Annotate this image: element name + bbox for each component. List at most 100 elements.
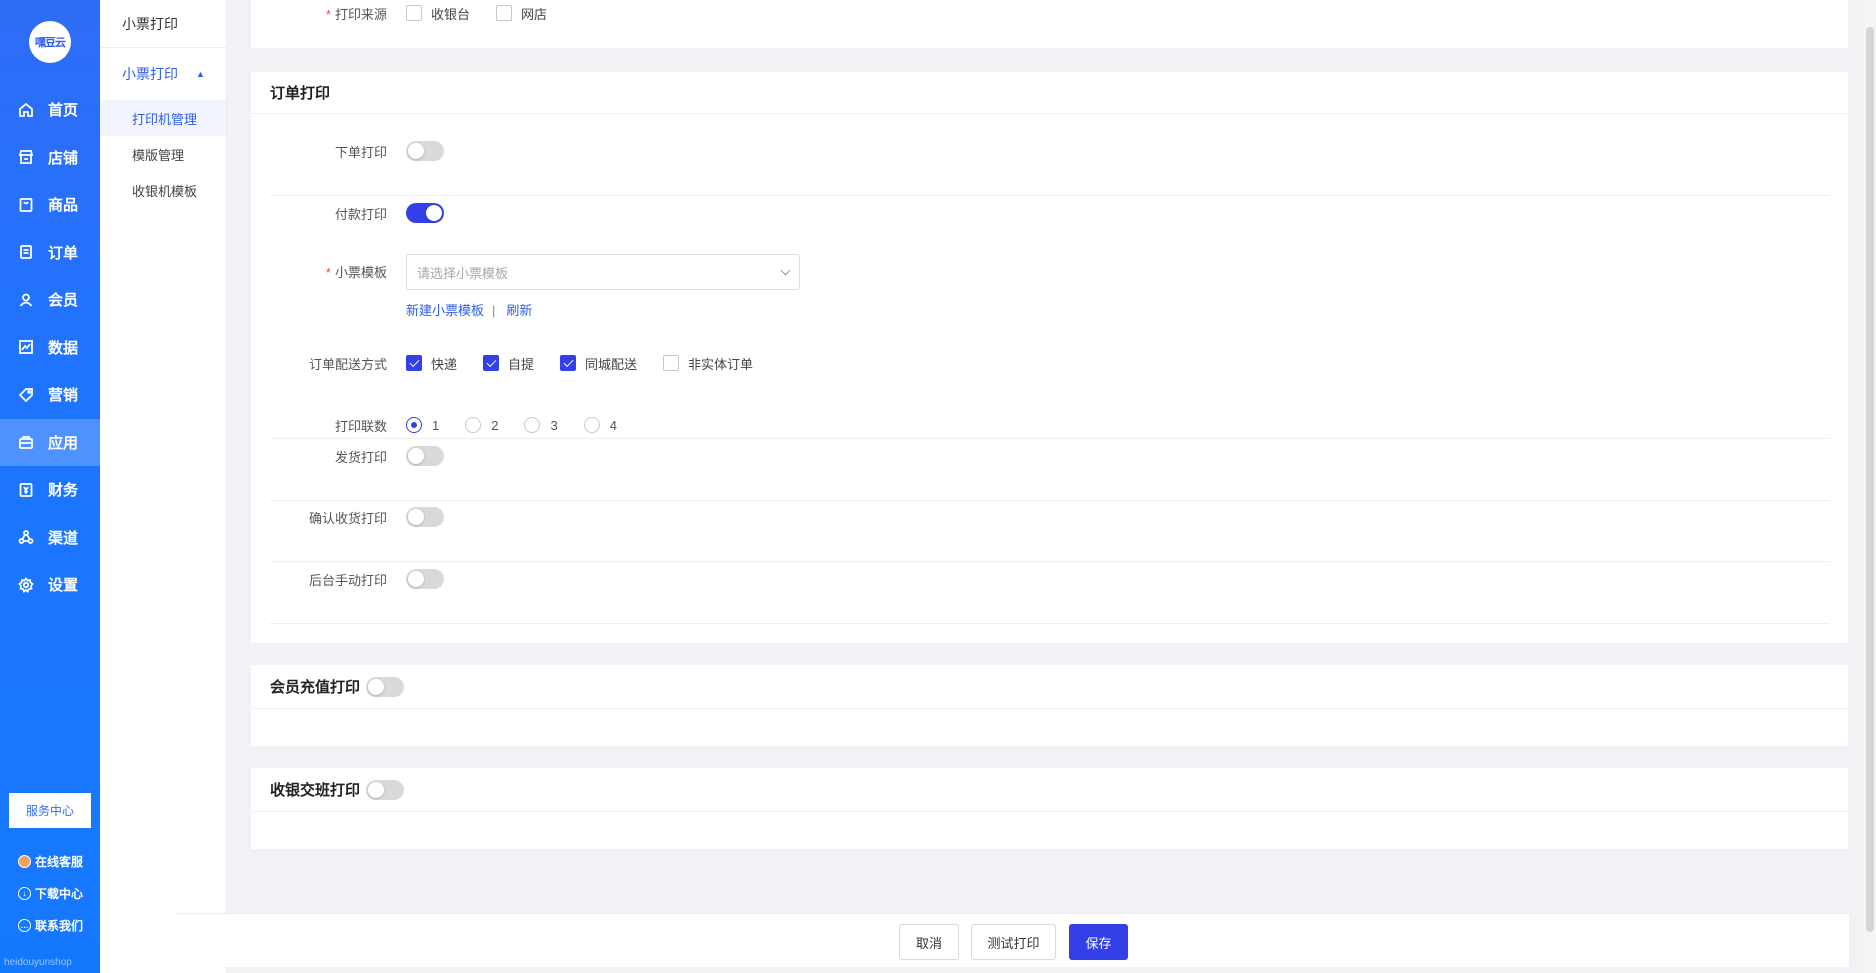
checkbox-box[interactable]: [560, 355, 577, 371]
scrollbar-thumb[interactable]: [1866, 27, 1874, 932]
delivery-pickup-checkbox[interactable]: 自提: [483, 354, 534, 373]
nav-item-member[interactable]: 会员: [0, 276, 100, 324]
channel-icon: [18, 529, 34, 545]
radio-circle[interactable]: [465, 417, 482, 433]
copies-radio-4[interactable]: 4: [583, 417, 617, 433]
checkbox-box[interactable]: [663, 355, 680, 371]
cancel-button[interactable]: 取消: [899, 924, 959, 960]
subnav-item-cashier-template[interactable]: 收银机模板: [100, 172, 226, 208]
nav-item-home[interactable]: 首页: [0, 86, 100, 134]
delivery-local-checkbox[interactable]: 同城配送: [560, 354, 637, 373]
payment-print-label: 付款打印: [334, 206, 387, 222]
nav-item-data[interactable]: 数据: [0, 324, 100, 372]
label-text: 小票模板: [334, 265, 387, 280]
subnav-group-receipt-print[interactable]: 小票打印 ▲: [100, 48, 226, 100]
checkbox-label: 自提: [508, 356, 535, 372]
divider: [270, 438, 1830, 439]
nav-label: 设置: [48, 577, 79, 595]
ship-print-row: 发货打印: [251, 444, 444, 468]
link-label: 下载中心: [35, 886, 84, 901]
nav-item-shop[interactable]: 店铺: [0, 134, 100, 182]
download-center-link[interactable]: ↓ 下载中心: [18, 877, 83, 909]
nav-label: 数据: [48, 339, 79, 357]
shop-icon: [18, 149, 34, 165]
confirm-receipt-print-switch[interactable]: [406, 507, 444, 527]
product-icon: [18, 197, 34, 213]
delivery-virtual-checkbox[interactable]: 非实体订单: [663, 354, 753, 373]
order-print-card: 订单打印 下单打印 付款打印 * 小票模板 请选择小票模板 新建小票模板 | 刷新: [251, 72, 1848, 643]
service-center-button[interactable]: 服务中心: [9, 793, 91, 828]
shift-handover-print-header: 收银交班打印: [251, 768, 1848, 812]
label-text: 打印来源: [334, 6, 387, 22]
receipt-template-label: * 小票模板: [251, 254, 406, 281]
payment-print-switch[interactable]: [406, 203, 444, 223]
subnav-item-template-management[interactable]: 模版管理: [100, 136, 226, 172]
new-template-link[interactable]: 新建小票模板: [406, 303, 484, 318]
checkbox-label: 收银台: [431, 6, 471, 22]
place-order-print-switch[interactable]: [406, 141, 444, 161]
checkbox-label: 快递: [431, 356, 458, 372]
member-recharge-print-title: 会员充值打印: [270, 679, 361, 696]
brand-logo[interactable]: 嘿豆云: [29, 21, 71, 63]
radio-circle[interactable]: [524, 417, 541, 433]
radio-circle[interactable]: [406, 417, 422, 433]
print-source-row: * 打印来源 收银台 网店: [251, 3, 573, 23]
order-print-title: 订单打印: [251, 72, 1848, 114]
radio-circle[interactable]: [583, 417, 600, 433]
download-icon: ↓: [18, 886, 31, 900]
chart-icon: [18, 339, 34, 355]
contact-icon: …: [18, 918, 31, 932]
source-online-store-checkbox[interactable]: 网店: [496, 4, 547, 23]
checkbox-box[interactable]: [406, 355, 422, 371]
divider: [270, 623, 1830, 624]
checkbox-box[interactable]: [406, 5, 422, 21]
chevron-down-icon: [780, 265, 791, 275]
nav-item-product[interactable]: 商品: [0, 181, 100, 229]
member-recharge-print-switch[interactable]: [366, 676, 405, 697]
print-copies-label: 打印联数: [334, 418, 387, 434]
member-icon: [18, 292, 34, 308]
nav-label: 会员: [48, 292, 79, 310]
select-placeholder: 请选择小票模板: [417, 265, 509, 281]
receipt-template-row: * 小票模板 请选择小票模板 新建小票模板 | 刷新: [251, 254, 800, 318]
source-cashier-checkbox[interactable]: 收银台: [406, 4, 470, 23]
save-button[interactable]: 保存: [1069, 924, 1128, 960]
nav-item-channel[interactable]: 渠道: [0, 514, 100, 562]
nav-item-order[interactable]: 订单: [0, 229, 100, 277]
gear-icon: [18, 576, 34, 593]
delivery-express-checkbox[interactable]: 快递: [406, 354, 457, 373]
radio-label: 3: [550, 417, 558, 433]
main-content: * 打印来源 收银台 网店 订单打印 下单打印 付款打印 * 小票模板 请选择小票模…: [227, 0, 1876, 973]
manual-print-switch[interactable]: [406, 569, 444, 589]
nav-item-settings[interactable]: 设置: [0, 561, 100, 609]
radio-label: 2: [491, 417, 499, 433]
checkbox-label: 非实体订单: [688, 356, 754, 372]
manual-print-label: 后台手动打印: [308, 572, 387, 588]
copies-radio-2[interactable]: 2: [465, 417, 498, 433]
subnav-item-printer-management[interactable]: 打印机管理: [100, 100, 226, 136]
online-support-link[interactable]: 在线客服: [18, 845, 83, 877]
nav-item-marketing[interactable]: 营销: [0, 371, 100, 419]
manual-print-row: 后台手动打印: [251, 567, 444, 591]
checkbox-box[interactable]: [496, 5, 513, 21]
test-print-button[interactable]: 测试打印: [971, 924, 1056, 960]
place-order-print-label: 下单打印: [334, 144, 387, 160]
link-label: 在线客服: [35, 854, 84, 869]
checkbox-label: 网店: [521, 6, 548, 22]
nav-label: 订单: [48, 244, 79, 262]
ship-print-switch[interactable]: [406, 446, 444, 466]
nav-item-finance[interactable]: 财务: [0, 466, 100, 514]
copies-radio-3[interactable]: 3: [524, 417, 558, 433]
nav-label: 首页: [48, 102, 79, 120]
shift-handover-print-switch[interactable]: [366, 779, 405, 800]
page-scrollbar[interactable]: [1864, 0, 1876, 973]
nav-item-apps[interactable]: 应用: [0, 418, 100, 466]
refresh-link[interactable]: 刷新: [506, 303, 532, 318]
checkbox-box[interactable]: [483, 355, 500, 371]
confirm-receipt-print-label: 确认收货打印: [308, 510, 387, 526]
receipt-template-select[interactable]: 请选择小票模板: [406, 254, 800, 290]
print-source-label: * 打印来源: [251, 4, 406, 23]
contact-us-link[interactable]: … 联系我们: [18, 909, 83, 941]
copies-radio-1[interactable]: 1: [406, 417, 439, 433]
link-divider: |: [492, 303, 496, 318]
